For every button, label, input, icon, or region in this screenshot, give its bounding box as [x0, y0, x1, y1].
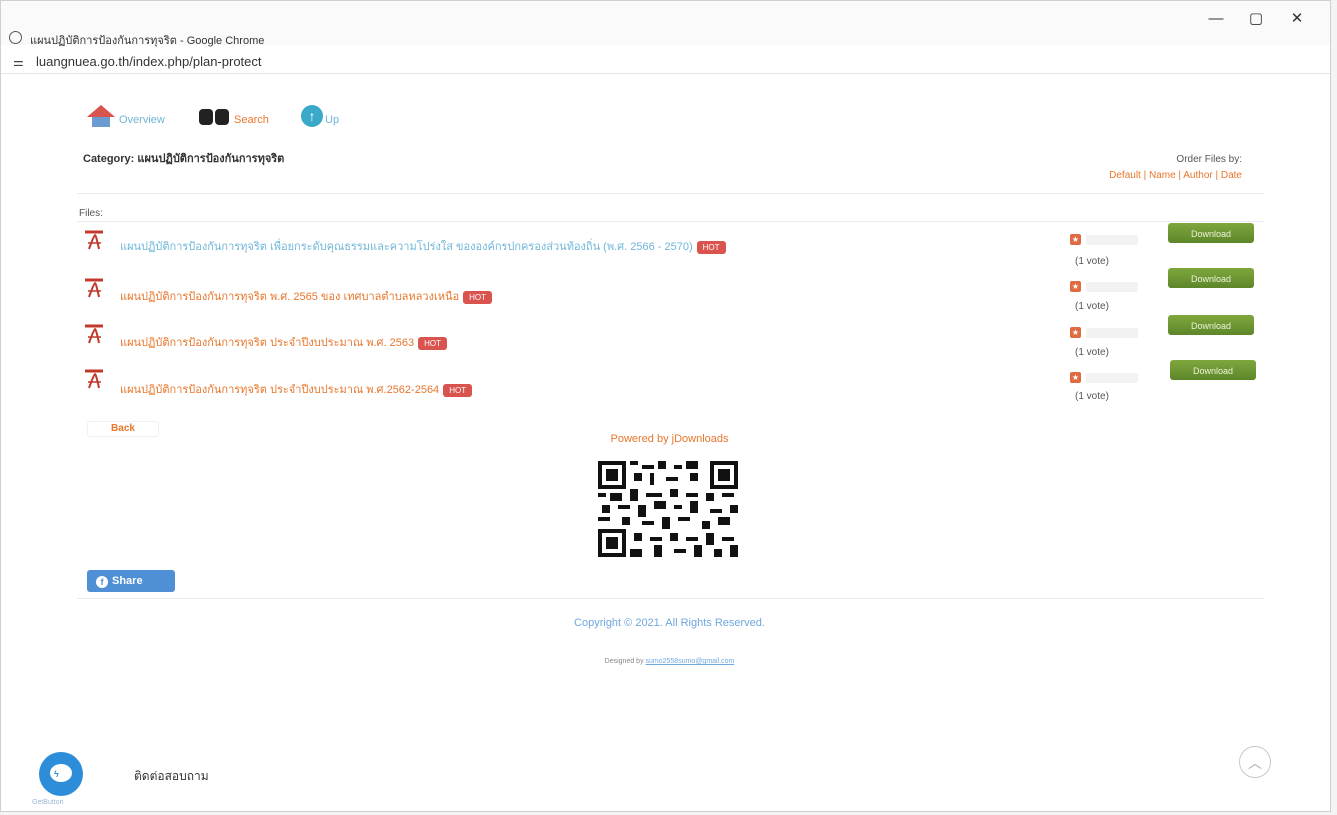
order-files-links[interactable]: Default | Name | Author | Date: [1109, 168, 1242, 184]
file-title-link[interactable]: แผนปฏิบัติการป้องกันการทุจริต พ.ศ. 2565 …: [120, 287, 492, 305]
file-row: แผนปฏิบัติการป้องกันการทุจริต พ.ศ. 2565 …: [83, 268, 1263, 321]
facebook-share-button[interactable]: f Share: [87, 570, 175, 592]
files-label: Files:: [79, 208, 103, 219]
vote-count: (1 vote): [1075, 301, 1109, 312]
download-button[interactable]: Download: [1168, 315, 1254, 335]
home-icon: [83, 105, 117, 127]
file-row: แผนปฏิบัติการป้องกันการทุจริต ประจำปีงบป…: [83, 360, 1263, 412]
star-icon: ★: [1070, 327, 1081, 338]
url-text[interactable]: luangnuea.go.th/index.php/plan-protect: [36, 54, 262, 69]
pdf-icon: [85, 369, 103, 389]
qr-code: [598, 461, 738, 557]
copyright-text: Copyright © 2021. All Rights Reserved.: [574, 617, 765, 629]
download-button[interactable]: Download: [1168, 223, 1254, 243]
nav-overview-label[interactable]: Overview: [119, 114, 165, 126]
file-title-text[interactable]: แผนปฏิบัติการป้องกันการทุจริต พ.ศ. 2565 …: [120, 291, 459, 303]
window-title: แผนปฏิบัติการป้องกันการทุจริต - Google C…: [30, 35, 265, 47]
vote-count: (1 vote): [1075, 391, 1109, 402]
download-button[interactable]: Download: [1170, 360, 1256, 380]
binoculars-icon: [198, 105, 232, 127]
order-files-by: Order Files by: Default | Name | Author …: [1109, 152, 1242, 184]
file-title-link[interactable]: แผนปฏิบัติการป้องกันการทุจริต ประจำปีงบป…: [120, 380, 473, 398]
hot-badge: HOT: [463, 290, 492, 304]
rating-bar: [1086, 373, 1138, 383]
file-title-text[interactable]: แผนปฏิบัติการป้องกันการทุจริต ประจำปีงบป…: [120, 337, 414, 349]
file-title-link[interactable]: แผนปฏิบัติการป้องกันการทุจริต ประจำปีงบป…: [120, 333, 447, 351]
nav-up-label[interactable]: Up: [325, 114, 339, 126]
hot-badge: HOT: [418, 336, 447, 350]
download-button[interactable]: Download: [1168, 268, 1254, 288]
nav-overview[interactable]: Overview: [83, 105, 165, 127]
contact-us-label[interactable]: ติดต่อสอบถาม: [134, 767, 209, 786]
divider: [77, 598, 1264, 599]
close-button[interactable]: ✕: [1282, 9, 1312, 31]
file-row: แผนปฏิบัติการป้องกันการทุจริต ประจำปีงบป…: [83, 315, 1263, 367]
scroll-to-top-button[interactable]: ︿: [1239, 746, 1271, 778]
category-title: Category: แผนปฏิบัติการป้องกันการทุจริต: [83, 153, 285, 165]
star-icon: ★: [1070, 234, 1081, 245]
nav-search[interactable]: Search: [198, 105, 269, 127]
file-row: แผนปฏิบัติการป้องกันการทุจริต เพื่อยกระด…: [83, 223, 1263, 273]
rating-bar: [1086, 235, 1138, 245]
address-bar[interactable]: ⚌ luangnuea.go.th/index.php/plan-protect: [1, 51, 1330, 74]
vote-count: (1 vote): [1075, 347, 1109, 358]
order-files-label: Order Files by:: [1176, 154, 1242, 165]
pdf-icon: [85, 324, 103, 344]
title-bar: แผนปฏิบัติการป้องกันการทุจริต - Google C…: [1, 1, 1330, 47]
facebook-icon: f: [96, 576, 108, 588]
nav-up[interactable]: ↑ Up: [301, 105, 339, 127]
pdf-icon: [85, 278, 103, 298]
designer-email-link[interactable]: sumo2558sumo@gmail.com: [646, 658, 735, 665]
hot-badge: HOT: [696, 240, 726, 254]
divider: [77, 193, 1264, 194]
powered-by-link[interactable]: Powered by jDownloads: [1, 433, 1337, 445]
site-info-icon[interactable]: ⚌: [13, 55, 24, 69]
file-title-text[interactable]: แผนปฏิบัติการป้องกันการทุจริต ประจำปีงบป…: [120, 384, 439, 396]
rating-bar: [1086, 328, 1138, 338]
globe-icon: [9, 31, 22, 44]
pdf-icon: [85, 230, 103, 250]
messenger-chat-button[interactable]: ϟ: [39, 752, 83, 796]
vote-count: (1 vote): [1075, 256, 1109, 267]
divider: [77, 221, 1264, 222]
designed-by: Designed by sumo2558sumo@gmail.com: [1, 658, 1337, 665]
rating-bar: [1086, 282, 1138, 292]
share-label[interactable]: Share: [112, 575, 143, 587]
minimize-button[interactable]: —: [1201, 9, 1231, 31]
browser-window: แผนปฏิบัติการป้องกันการทุจริต - Google C…: [0, 0, 1331, 812]
star-icon: ★: [1070, 281, 1081, 292]
arrow-up-icon: ↑: [301, 105, 323, 127]
getbutton-label[interactable]: GetButton: [32, 799, 64, 806]
hot-badge: HOT: [443, 383, 473, 397]
star-icon: ★: [1070, 372, 1081, 383]
maximize-button[interactable]: ▢: [1241, 9, 1271, 31]
file-title-link[interactable]: แผนปฏิบัติการป้องกันการทุจริต เพื่อยกระด…: [120, 237, 726, 255]
designed-prefix: Designed by: [604, 658, 646, 665]
nav-search-label[interactable]: Search: [234, 114, 269, 126]
file-title-text[interactable]: แผนปฏิบัติการป้องกันการทุจริต เพื่อยกระด…: [120, 241, 693, 253]
